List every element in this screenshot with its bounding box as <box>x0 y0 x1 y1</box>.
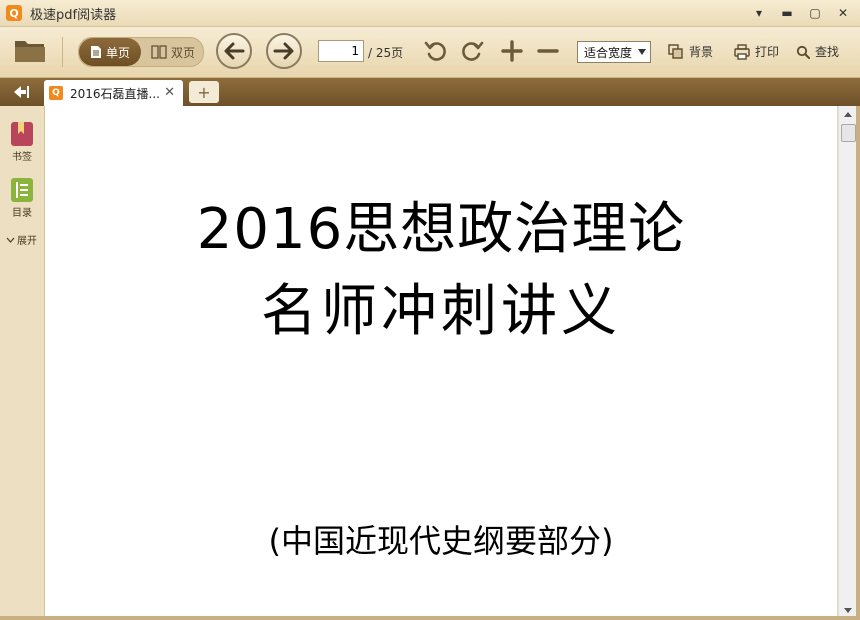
outline-panel-button[interactable]: 目录 <box>0 176 44 219</box>
find-label: 查找 <box>815 45 840 59</box>
chevron-down-icon <box>6 237 15 243</box>
zoom-out-button[interactable] <box>536 39 560 63</box>
document-title-line-2: 名师冲刺讲义 <box>261 279 621 344</box>
minus-icon <box>537 49 559 53</box>
double-page-button[interactable]: 双页 <box>143 38 203 66</box>
toolbar-separator <box>62 37 63 67</box>
plus-icon: + <box>197 82 211 102</box>
vertical-scrollbar[interactable] <box>838 106 857 618</box>
app-logo-icon: Q <box>6 5 22 21</box>
find-button[interactable]: 查找 <box>796 43 839 60</box>
single-page-label: 单页 <box>105 45 130 60</box>
scrollbar-thumb[interactable] <box>841 124 856 142</box>
toolbar: 单页 双页 / 25页 <box>0 27 860 78</box>
pdf-tab-icon: Q <box>49 86 63 100</box>
rotate-right-icon <box>462 41 484 61</box>
plus-icon <box>501 40 523 62</box>
bookmark-panel-button[interactable]: 书签 <box>0 120 44 163</box>
background-button[interactable]: 背景 <box>668 43 713 60</box>
rotate-left-button[interactable] <box>424 39 448 63</box>
zoom-mode-select[interactable]: 适合宽度 <box>577 41 651 63</box>
print-label: 打印 <box>755 45 780 59</box>
open-file-button[interactable] <box>14 37 46 63</box>
page-mode-toggle: 单页 双页 <box>78 37 204 67</box>
next-page-button[interactable] <box>266 33 302 69</box>
outline-label: 目录 <box>12 208 32 219</box>
previous-page-button[interactable] <box>216 33 252 69</box>
double-page-label: 双页 <box>170 45 195 60</box>
title-bar: Q 极速pdf阅读器 ▾ ▬ ▢ ✕ <box>0 0 860 27</box>
document-title-line-1: 2016思想政治理论 <box>196 197 686 262</box>
chevron-down-icon <box>638 49 646 55</box>
zoom-mode-value: 适合宽度 <box>584 45 633 60</box>
expand-label: 展开 <box>17 236 37 247</box>
outline-icon <box>11 178 33 202</box>
arrow-right-icon <box>273 42 294 60</box>
close-tab-icon[interactable]: ✕ <box>164 85 175 100</box>
maximize-button[interactable]: ▢ <box>806 4 824 22</box>
search-icon <box>796 45 810 59</box>
tab-bar: Q 2016石磊直播... ✕ + <box>0 78 860 106</box>
rotate-right-button[interactable] <box>460 39 484 63</box>
rotate-left-icon <box>424 41 446 61</box>
printer-icon <box>734 43 750 60</box>
new-tab-button[interactable]: + <box>189 81 219 103</box>
sidebar: 书签 目录 展开 <box>0 106 45 620</box>
window-title: 极速pdf阅读器 <box>30 7 117 23</box>
background-icon <box>668 43 683 59</box>
document-page: 2016思想政治理论 名师冲刺讲义 (中国近现代史纲要部分) <box>45 106 837 618</box>
print-button[interactable]: 打印 <box>734 43 779 60</box>
window-frame-right <box>856 106 860 620</box>
triangle-down-icon <box>844 607 852 613</box>
close-button[interactable]: ✕ <box>834 4 852 22</box>
double-page-icon <box>151 45 167 59</box>
triangle-up-icon <box>844 111 852 117</box>
single-page-button[interactable]: 单页 <box>79 38 141 66</box>
page-number-input[interactable] <box>318 40 364 62</box>
folder-icon <box>15 41 45 62</box>
expand-sidebar-button[interactable]: 展开 <box>6 232 37 247</box>
scroll-up-button[interactable] <box>839 106 857 122</box>
tab-label: 2016石磊直播... <box>70 86 160 101</box>
collapse-left-icon <box>14 86 29 98</box>
document-tab[interactable]: Q 2016石磊直播... ✕ <box>44 80 183 106</box>
minimize-button[interactable]: ▬ <box>778 4 796 22</box>
bookmark-label: 书签 <box>12 152 32 163</box>
single-page-icon <box>90 46 101 58</box>
menu-dropdown-button[interactable]: ▾ <box>750 4 768 22</box>
arrow-left-icon <box>224 42 245 60</box>
background-label: 背景 <box>689 45 714 59</box>
bookmark-icon <box>11 122 33 146</box>
window-frame-bottom <box>0 616 860 620</box>
page-total-label: / 25页 <box>368 46 404 60</box>
collapse-sidebar-button[interactable] <box>6 81 36 103</box>
document-subtitle: (中国近现代史纲要部分) <box>268 522 614 560</box>
zoom-in-button[interactable] <box>500 39 524 63</box>
